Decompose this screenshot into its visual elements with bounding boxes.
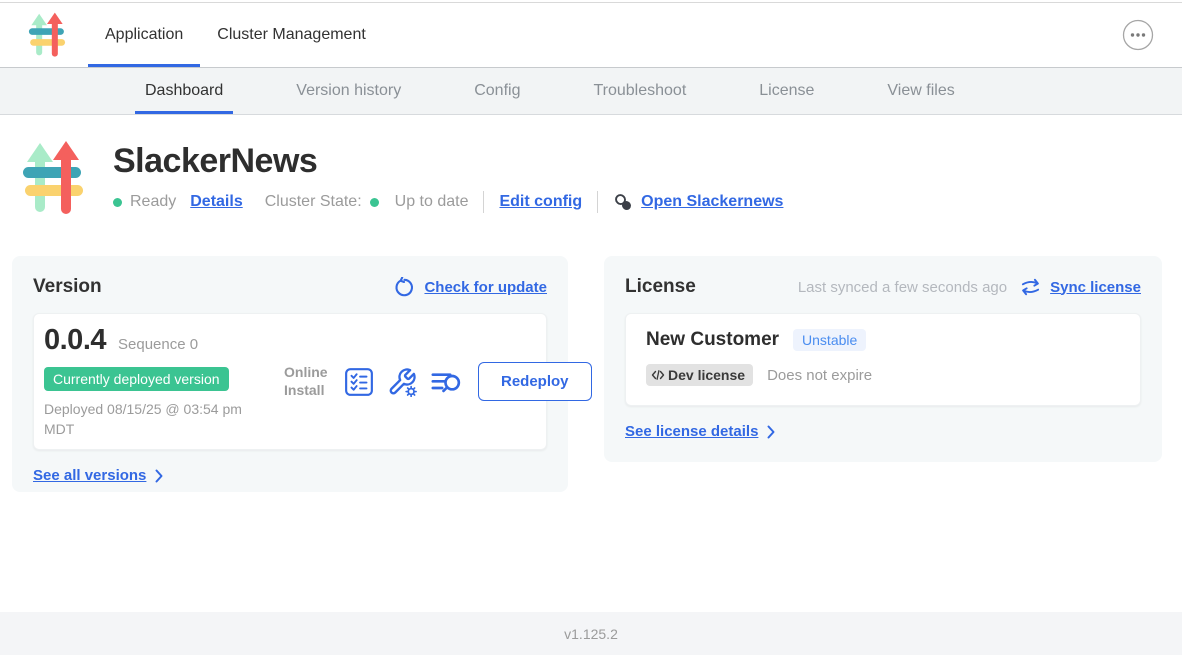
chevron-right-icon bbox=[155, 469, 163, 483]
subnav-version-history[interactable]: Version history bbox=[286, 68, 411, 114]
version-card: Version Check for update 0.0.4 Sequence … bbox=[12, 256, 568, 492]
code-brackets-icon bbox=[651, 369, 665, 381]
install-type-label: Online Install bbox=[284, 364, 332, 399]
cluster-status-dot bbox=[370, 198, 379, 207]
customer-name: New Customer bbox=[646, 329, 779, 351]
open-slackernews-label: Open Slackernews bbox=[641, 193, 783, 211]
subnav-troubleshoot[interactable]: Troubleshoot bbox=[583, 68, 696, 114]
expiration-text: Does not expire bbox=[767, 367, 872, 384]
last-synced-text: Last synced a few seconds ago bbox=[798, 279, 1007, 296]
diff-search-icon[interactable] bbox=[430, 368, 461, 396]
version-number: 0.0.4 bbox=[44, 324, 106, 357]
license-type-label: Dev license bbox=[668, 367, 745, 383]
subnav-dashboard[interactable]: Dashboard bbox=[135, 68, 233, 114]
app-status-row: Ready Details Cluster State: Up to date … bbox=[113, 191, 783, 213]
status-dot bbox=[113, 198, 122, 207]
app-subnav: Dashboard Version history Config Trouble… bbox=[0, 68, 1182, 115]
tab-cluster-management[interactable]: Cluster Management bbox=[200, 3, 383, 67]
details-link[interactable]: Details bbox=[190, 193, 242, 211]
divider bbox=[483, 191, 484, 213]
deployed-badge: Currently deployed version bbox=[44, 367, 229, 391]
current-version-panel: 0.0.4 Sequence 0 Currently deployed vers… bbox=[33, 313, 547, 450]
app-status-text: Ready bbox=[130, 193, 176, 211]
edit-config-link[interactable]: Edit config bbox=[499, 193, 582, 211]
see-all-versions-link[interactable]: See all versions bbox=[33, 467, 146, 484]
channel-badge: Unstable bbox=[793, 329, 866, 351]
license-type-badge: Dev license bbox=[646, 364, 753, 386]
slackernews-logo-large bbox=[23, 140, 83, 218]
chevron-right-icon bbox=[767, 425, 775, 439]
ellipsis-icon[interactable] bbox=[1122, 19, 1154, 51]
refresh-icon bbox=[394, 277, 415, 298]
divider bbox=[597, 191, 598, 213]
cluster-state-label: Cluster State: bbox=[265, 193, 362, 211]
subnav-view-files[interactable]: View files bbox=[877, 68, 964, 114]
checklist-icon[interactable] bbox=[344, 367, 374, 397]
chain-link-icon bbox=[613, 192, 634, 213]
version-card-title: Version bbox=[33, 276, 102, 298]
app-footer: v1.125.2 bbox=[0, 612, 1182, 655]
console-version: v1.125.2 bbox=[564, 626, 618, 642]
wrench-gear-icon[interactable] bbox=[387, 367, 417, 397]
sync-arrows-icon bbox=[1020, 278, 1041, 296]
license-card-title: License bbox=[625, 276, 696, 298]
dashboard-cards: Version Check for update 0.0.4 Sequence … bbox=[12, 256, 1162, 492]
license-card: License Last synced a few seconds ago Sy… bbox=[604, 256, 1162, 462]
subnav-config[interactable]: Config bbox=[464, 68, 530, 114]
check-for-update-link[interactable]: Check for update bbox=[424, 279, 547, 296]
page-title: SlackerNews bbox=[113, 142, 783, 181]
open-slackernews-link[interactable]: Open Slackernews bbox=[613, 192, 783, 213]
slackernews-logo bbox=[28, 12, 66, 59]
cluster-state-value: Up to date bbox=[395, 193, 469, 211]
subnav-license[interactable]: License bbox=[749, 68, 824, 114]
see-license-details-link[interactable]: See license details bbox=[625, 423, 758, 440]
header-tabs: Application Cluster Management bbox=[88, 3, 383, 67]
license-panel: New Customer Unstable Dev license Does n… bbox=[625, 313, 1141, 406]
redeploy-button[interactable]: Redeploy bbox=[478, 362, 592, 401]
tab-application[interactable]: Application bbox=[88, 3, 200, 67]
version-sequence: Sequence 0 bbox=[118, 336, 198, 353]
main-header: Application Cluster Management bbox=[0, 2, 1182, 68]
deployed-timestamp: Deployed 08/15/25 @ 03:54 pm MDT bbox=[44, 400, 256, 439]
app-header: SlackerNews Ready Details Cluster State:… bbox=[23, 140, 1182, 218]
sync-license-link[interactable]: Sync license bbox=[1050, 279, 1141, 296]
